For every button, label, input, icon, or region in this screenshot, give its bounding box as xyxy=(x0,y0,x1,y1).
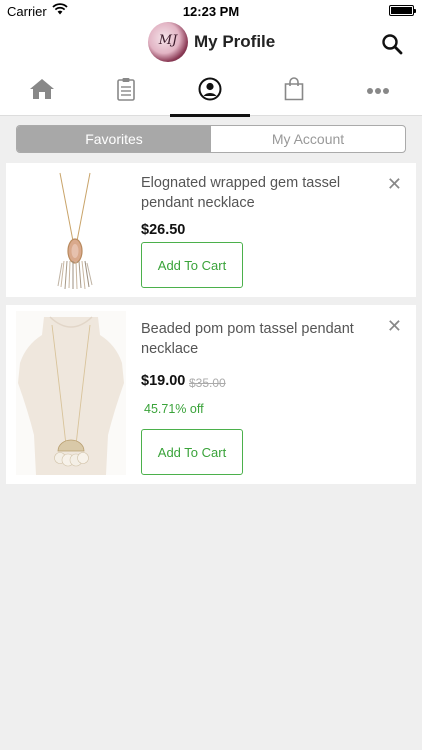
remove-favorite-icon[interactable]: ✕ xyxy=(387,175,402,193)
add-to-cart-button[interactable]: Add To Cart xyxy=(141,429,243,475)
segment-favorites[interactable]: Favorites xyxy=(17,126,211,152)
product-price: $19.00 xyxy=(141,373,186,389)
tab-more[interactable] xyxy=(336,66,420,116)
tab-orders[interactable] xyxy=(84,66,168,116)
shopping-bag-icon xyxy=(284,76,304,106)
status-bar: Carrier 12:23 PM xyxy=(0,0,422,22)
product-price: $26.50 xyxy=(141,222,186,238)
original-price: $35.00 xyxy=(189,376,226,390)
brand-logo[interactable]: MJ xyxy=(148,22,188,62)
search-icon[interactable] xyxy=(381,33,403,60)
segmented-control: Favorites My Account xyxy=(16,125,406,153)
tab-bar xyxy=(0,66,422,117)
product-name[interactable]: Beaded pom pom tassel pendant necklace xyxy=(141,319,376,359)
app-header: MJ My Profile xyxy=(0,22,422,66)
more-icon xyxy=(366,82,390,100)
page-title: My Profile xyxy=(194,32,276,51)
product-image[interactable] xyxy=(16,311,126,475)
favorite-item[interactable]: Beaded pom pom tassel pendant necklace $… xyxy=(6,305,416,484)
favorite-item[interactable]: Elognated wrapped gem tassel pendant nec… xyxy=(6,163,416,297)
product-name[interactable]: Elognated wrapped gem tassel pendant nec… xyxy=(141,173,376,213)
home-icon xyxy=(29,78,55,105)
status-time: 12:23 PM xyxy=(182,4,240,19)
add-to-cart-button[interactable]: Add To Cart xyxy=(141,242,243,288)
discount-label: 45.71% off xyxy=(144,402,204,416)
tab-home[interactable] xyxy=(0,66,84,116)
clipboard-icon xyxy=(117,77,135,106)
battery-icon xyxy=(389,5,416,16)
active-tab-indicator xyxy=(170,114,250,117)
profile-icon xyxy=(198,77,222,106)
logo-text: MJ xyxy=(158,33,178,48)
product-image[interactable] xyxy=(16,171,126,290)
segment-my-account[interactable]: My Account xyxy=(211,126,405,152)
tab-cart[interactable] xyxy=(252,66,336,116)
remove-favorite-icon[interactable]: ✕ xyxy=(387,317,402,335)
tab-profile[interactable] xyxy=(168,66,252,117)
